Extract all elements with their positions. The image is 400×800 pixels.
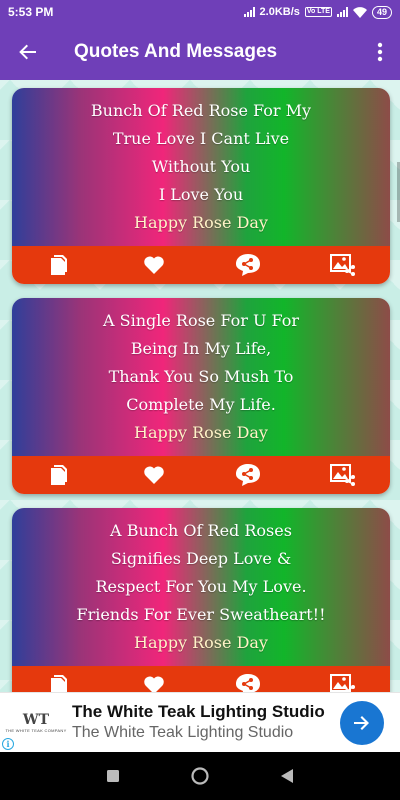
ad-info-icon[interactable]: i: [2, 738, 14, 750]
recents-button[interactable]: [93, 756, 133, 796]
back-button[interactable]: [0, 24, 56, 80]
quote-line: Bunch Of Red Rose For My: [90, 101, 312, 120]
share-icon: [236, 674, 261, 692]
share-button[interactable]: [228, 666, 268, 692]
image-share-button[interactable]: [323, 246, 363, 284]
arrow-forward-icon: [354, 715, 369, 730]
share-icon: [236, 254, 261, 276]
home-button[interactable]: [180, 756, 220, 796]
copy-icon: [51, 675, 68, 692]
system-nav-bar: [0, 752, 400, 800]
quote-line: Being In My Life,: [130, 339, 272, 358]
ad-open-button[interactable]: [340, 700, 384, 745]
wifi-icon: [352, 6, 367, 18]
app-bar: Quotes And Messages: [0, 24, 400, 80]
quote-line: Thank You So Mush To: [108, 367, 294, 386]
quote-greeting: Happy Rose Day: [134, 423, 268, 442]
quote-line: I Love You: [158, 185, 244, 204]
volte-badge: Vo LTE: [304, 7, 332, 17]
quote-text-area: Bunch Of Red Rose For My True Love I Can…: [12, 88, 390, 246]
more-vert-icon: [377, 42, 383, 62]
quote-line: True Love I Cant Live: [112, 129, 290, 148]
copy-button[interactable]: [39, 456, 79, 494]
quote-line: Respect For You My Love.: [95, 577, 307, 596]
quote-line: A Single Rose For U For: [102, 311, 300, 330]
quote-text-area: A Bunch Of Red Roses Signifies Deep Love…: [12, 508, 390, 666]
quote-line: Without You: [151, 157, 251, 176]
image-share-button[interactable]: [323, 456, 363, 494]
card-action-bar: [12, 666, 390, 692]
image-share-icon: [329, 464, 355, 486]
status-bar: 5:53 PM 2.0KB/s Vo LTE 49: [0, 0, 400, 24]
quotes-list[interactable]: Bunch Of Red Rose For My True Love I Can…: [0, 80, 400, 692]
ad-title: The White Teak Lighting Studio: [72, 701, 325, 721]
quote-line: Signifies Deep Love &: [110, 549, 292, 568]
card-action-bar: [12, 246, 390, 284]
more-options-button[interactable]: [360, 24, 400, 80]
battery-level: 49: [376, 7, 387, 17]
favorite-button[interactable]: [134, 666, 174, 692]
back-triangle-icon: [280, 769, 293, 783]
share-button[interactable]: [228, 246, 268, 284]
favorite-button[interactable]: [134, 456, 174, 494]
quote-card: A Single Rose For U For Being In My Life…: [12, 298, 390, 494]
share-icon: [236, 464, 261, 486]
quote-card: A Bunch Of Red Roses Signifies Deep Love…: [12, 508, 390, 692]
home-icon: [191, 767, 209, 785]
quote-greeting: Happy Rose Day: [134, 213, 268, 232]
quote-text-area: A Single Rose For U For Being In My Life…: [12, 298, 390, 456]
status-time: 5:53 PM: [8, 5, 54, 19]
status-icons: 2.0KB/s Vo LTE 49: [243, 5, 392, 19]
quote-line: A Bunch Of Red Roses: [110, 521, 292, 540]
ad-text: The White Teak Lighting Studio The White…: [72, 702, 340, 744]
ad-banner[interactable]: WT THE WHITE TEAK COMPANY The White Teak…: [0, 692, 400, 752]
page-title: Quotes And Messages: [74, 41, 278, 62]
copy-icon: [51, 465, 68, 485]
image-share-icon: [329, 254, 355, 276]
quote-card: Bunch Of Red Rose For My True Love I Can…: [12, 88, 390, 284]
arrow-back-icon: [19, 44, 36, 60]
recents-icon: [107, 770, 120, 782]
back-nav-button[interactable]: [267, 756, 307, 796]
net-speed: 2.0KB/s: [259, 6, 300, 18]
quote-line: Friends For Ever Sweatheart!!: [76, 605, 326, 624]
copy-icon: [51, 255, 68, 275]
image-share-button[interactable]: [323, 666, 363, 692]
copy-button[interactable]: [39, 666, 79, 692]
copy-button[interactable]: [39, 246, 79, 284]
card-action-bar: [12, 456, 390, 494]
signal-icon: [243, 7, 255, 17]
ad-subtitle: The White Teak Lighting Studio: [72, 723, 294, 741]
ad-logo-mark: WT: [22, 712, 50, 728]
battery-icon: 49: [371, 5, 392, 19]
quote-greeting: Happy Rose Day: [134, 633, 268, 652]
ad-logo-caption: THE WHITE TEAK COMPANY: [5, 728, 67, 733]
heart-icon: [143, 256, 164, 274]
signal-icon: [336, 7, 348, 17]
heart-icon: [143, 676, 164, 692]
share-button[interactable]: [228, 456, 268, 494]
heart-icon: [143, 466, 164, 484]
quote-line: Complete My Life.: [126, 395, 276, 414]
image-share-icon: [329, 674, 355, 692]
favorite-button[interactable]: [134, 246, 174, 284]
